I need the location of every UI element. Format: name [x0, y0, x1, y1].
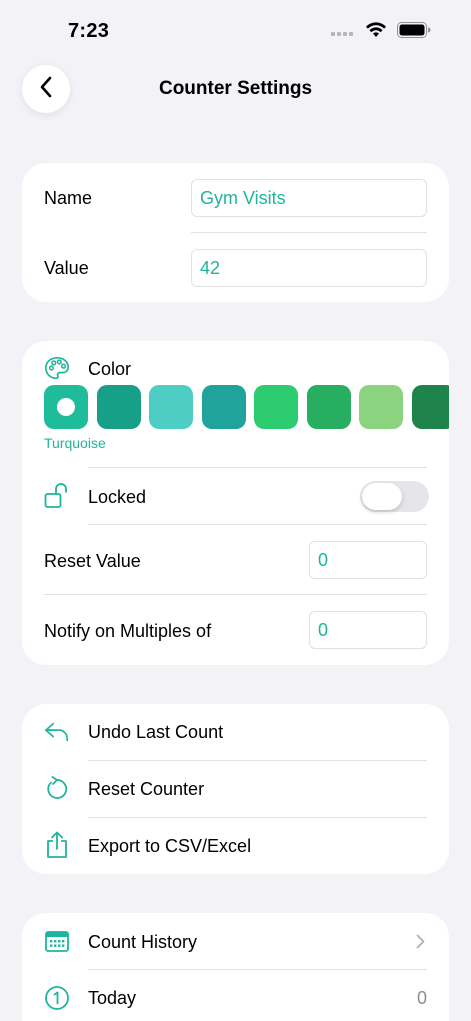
appearance-card: Color Turquoise Locked Reset Value 0 Not…: [22, 341, 449, 665]
divider: [88, 524, 427, 525]
name-label: Name: [44, 188, 93, 208]
divider: [191, 232, 427, 233]
palette-icon: [44, 355, 70, 381]
reset-arrow-icon: [44, 776, 70, 802]
count-history-row[interactable]: Count History: [22, 913, 449, 969]
divider: [88, 467, 427, 468]
color-swatch[interactable]: [359, 385, 403, 429]
name-field[interactable]: Gym Visits: [191, 179, 427, 217]
count-history-label: Count History: [88, 932, 198, 952]
notify-multiples-field-value: 0: [318, 619, 329, 640]
status-icons: [331, 22, 431, 43]
history-card: Count History Today 0: [22, 913, 449, 1021]
today-row: Today 0: [22, 970, 449, 1021]
color-swatch-selected[interactable]: [44, 385, 88, 429]
reset-value-label: Reset Value: [44, 551, 141, 571]
reset-value-field[interactable]: 0: [309, 541, 427, 579]
color-swatch[interactable]: [412, 385, 449, 429]
divider: [44, 594, 427, 595]
wifi-icon: [365, 22, 387, 43]
color-swatches: [44, 385, 449, 429]
cellular-signal-icon: [331, 24, 355, 42]
lock-open-icon: [44, 483, 70, 509]
selected-color-name: Turquoise: [44, 435, 106, 451]
color-swatch[interactable]: [149, 385, 193, 429]
export-csv-row[interactable]: Export to CSV/Excel: [22, 818, 449, 874]
today-label: Today: [88, 988, 137, 1008]
number-one-circle-icon: [44, 985, 70, 1011]
export-csv-label: Export to CSV/Excel: [88, 836, 252, 856]
locked-label: Locked: [88, 487, 147, 507]
status-time: 7:23: [68, 20, 110, 42]
battery-icon: [397, 22, 431, 43]
undo-last-count-label: Undo Last Count: [88, 722, 224, 742]
notify-multiples-label: Notify on Multiples of: [44, 621, 212, 641]
color-swatch[interactable]: [254, 385, 298, 429]
undo-arrow-icon: [44, 719, 70, 745]
reset-counter-label: Reset Counter: [88, 779, 205, 799]
selected-indicator: [57, 398, 75, 416]
value-label: Value: [44, 258, 89, 278]
color-swatch[interactable]: [97, 385, 141, 429]
notify-multiples-field[interactable]: 0: [309, 611, 427, 649]
status-bar: 7:23: [0, 0, 471, 60]
reset-value-field-value: 0: [318, 549, 329, 570]
undo-last-count-row[interactable]: Undo Last Count: [22, 704, 449, 760]
value-field-value: 42: [200, 257, 221, 278]
reset-counter-row[interactable]: Reset Counter: [22, 761, 449, 817]
name-field-value: Gym Visits: [200, 187, 286, 208]
color-swatch[interactable]: [202, 385, 246, 429]
share-icon: [44, 831, 70, 858]
calendar-icon: [44, 928, 70, 954]
page-title: Counter Settings: [158, 78, 313, 99]
chevron-right-icon: [416, 934, 425, 954]
today-count: 0: [416, 988, 427, 1008]
value-field[interactable]: 42: [191, 249, 427, 287]
color-swatch[interactable]: [307, 385, 351, 429]
color-label: Color: [88, 359, 132, 379]
navigation-bar: Counter Settings: [0, 62, 471, 116]
basic-settings-card: Name Gym Visits Value 42: [22, 163, 449, 302]
actions-card: Undo Last Count Reset Counter Export to …: [22, 704, 449, 874]
locked-toggle[interactable]: [360, 481, 429, 512]
toggle-knob: [362, 483, 402, 510]
